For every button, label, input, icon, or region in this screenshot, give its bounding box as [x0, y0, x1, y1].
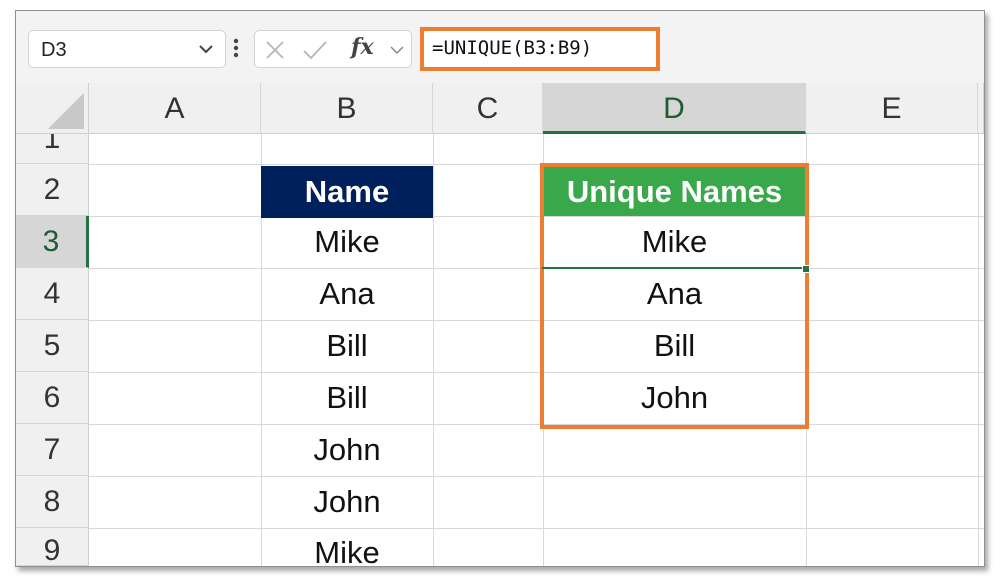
spill-range-highlight — [540, 163, 809, 429]
column-header-b[interactable]: B — [261, 83, 433, 134]
cell-b2[interactable]: Name — [261, 166, 433, 218]
gridline — [89, 268, 984, 269]
column-header-e[interactable]: E — [806, 83, 978, 134]
gridline — [89, 372, 984, 373]
gridline — [433, 134, 434, 566]
worksheet-grid[interactable]: A B C D E 1 2 3 4 5 6 7 8 9 Name Mike An… — [16, 83, 984, 566]
row-header-8[interactable]: 8 — [16, 476, 89, 528]
more-options-icon[interactable] — [233, 37, 239, 59]
gridline — [89, 424, 984, 425]
row-header-5[interactable]: 5 — [16, 320, 89, 372]
select-all-triangle-icon — [48, 93, 84, 129]
cell-b8[interactable]: John — [261, 476, 433, 528]
column-header-a[interactable]: A — [89, 83, 261, 134]
cell-b4[interactable]: Ana — [261, 268, 433, 320]
formula-controls: fx — [254, 30, 412, 68]
chevron-down-icon[interactable] — [197, 40, 215, 58]
gridline — [89, 476, 984, 477]
row-header-1[interactable]: 1 — [16, 134, 89, 164]
name-box[interactable]: D3 — [28, 30, 226, 68]
row-header-7[interactable]: 7 — [16, 424, 89, 476]
formula-bar: D3 fx =UNIQUE(B3:B9) — [16, 11, 984, 83]
name-box-value: D3 — [41, 39, 67, 61]
gridline — [89, 528, 984, 529]
fill-handle[interactable] — [802, 265, 810, 273]
gridline — [978, 134, 979, 566]
check-icon[interactable] — [302, 39, 328, 61]
gridline — [89, 164, 984, 165]
row-header-6[interactable]: 6 — [16, 372, 89, 424]
formula-text: =UNIQUE(B3:B9) — [432, 37, 593, 59]
cell-b5[interactable]: Bill — [261, 320, 433, 372]
cell-b7[interactable]: John — [261, 424, 433, 476]
column-header-d[interactable]: D — [543, 83, 806, 134]
cancel-icon[interactable] — [264, 39, 286, 61]
active-cell-indicator — [542, 217, 806, 269]
row-header-4[interactable]: 4 — [16, 268, 89, 320]
row-header-2[interactable]: 2 — [16, 164, 89, 216]
excel-window: D3 fx =UNIQUE(B3:B9) A B C D E 1 2 3 4 5… — [15, 10, 985, 567]
chevron-down-icon[interactable] — [389, 42, 405, 58]
gridline — [89, 216, 984, 217]
insert-function-icon[interactable]: fx — [351, 34, 374, 60]
cell-b9[interactable]: Mike — [261, 528, 433, 566]
cell-b6[interactable]: Bill — [261, 372, 433, 424]
column-header-f[interactable] — [978, 83, 984, 134]
row-header-9[interactable]: 9 — [16, 528, 89, 566]
cell-b3[interactable]: Mike — [261, 216, 433, 268]
column-header-c[interactable]: C — [433, 83, 543, 134]
select-all-button[interactable] — [16, 83, 89, 134]
row-header-3[interactable]: 3 — [16, 216, 89, 268]
formula-input[interactable]: =UNIQUE(B3:B9) — [420, 27, 660, 71]
gridline — [89, 320, 984, 321]
